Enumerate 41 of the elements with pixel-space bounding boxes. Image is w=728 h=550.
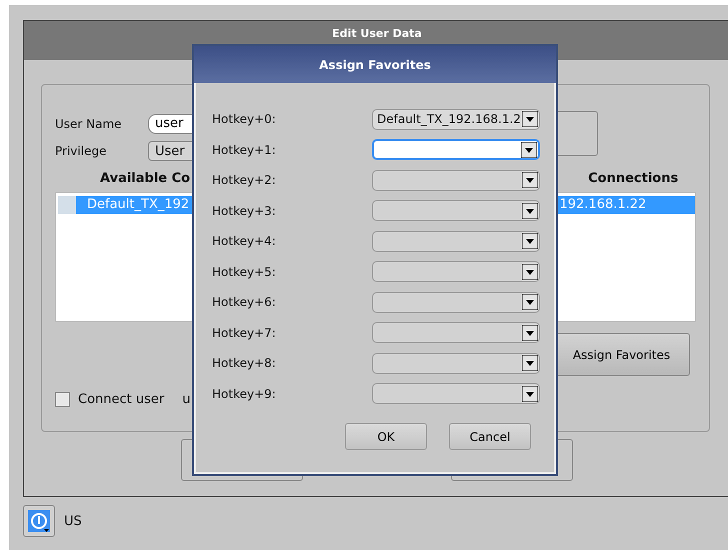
window-title: Edit User Data bbox=[332, 27, 422, 40]
dropdown-arrow-icon bbox=[522, 355, 538, 372]
list-heading: Available Co bbox=[100, 171, 190, 186]
dropdown-arrow-icon bbox=[522, 172, 538, 188]
hotkey-dropdown[interactable] bbox=[372, 261, 540, 282]
hotkey-label: Hotkey+2: bbox=[212, 173, 277, 188]
keyboard-layout-label: US bbox=[64, 514, 82, 528]
dialog-title: Assign Favorites bbox=[319, 58, 431, 72]
hotkey-label: Hotkey+3: bbox=[212, 204, 277, 218]
hotkey-dropdown[interactable] bbox=[372, 383, 540, 404]
label: u bbox=[182, 392, 190, 407]
checkbox-label: Connect user bbox=[78, 392, 164, 407]
dialog-button[interactable]: OK bbox=[345, 423, 427, 450]
hotkey-dropdown[interactable] bbox=[372, 200, 540, 222]
power-icon bbox=[28, 510, 50, 532]
field-label: User Name bbox=[55, 116, 123, 130]
list-heading: Connections bbox=[588, 171, 678, 186]
checkbox[interactable] bbox=[55, 392, 70, 407]
dropdown-arrow-icon bbox=[522, 111, 538, 128]
hotkey-dropdown[interactable] bbox=[372, 352, 540, 374]
hotkey-dropdown[interactable] bbox=[372, 322, 540, 344]
dropdown-arrow-icon bbox=[522, 264, 538, 280]
dropdown-arrow-icon bbox=[522, 386, 538, 402]
hotkey-label: Hotkey+8: bbox=[212, 356, 277, 370]
power-button[interactable] bbox=[23, 505, 55, 537]
hotkey-dropdown[interactable] bbox=[372, 292, 540, 313]
hotkey-dropdown[interactable]: Default_TX_192.168.1.2 bbox=[372, 108, 540, 130]
dropdown-arrow-icon bbox=[522, 233, 538, 250]
hotkey-label: Hotkey+7: bbox=[212, 326, 277, 340]
hotkey-label: Hotkey+5: bbox=[212, 264, 277, 279]
dropdown-arrow-icon bbox=[521, 142, 537, 158]
hotkey-label: Hotkey+4: bbox=[212, 234, 277, 248]
dropdown-arrow-icon bbox=[522, 324, 538, 341]
dropdown-arrow-icon bbox=[522, 294, 538, 310]
hotkey-dropdown[interactable] bbox=[372, 230, 540, 252]
dropdown-arrow-icon bbox=[522, 202, 538, 219]
hotkey-dropdown[interactable] bbox=[372, 170, 540, 191]
hotkey-label: Hotkey+6: bbox=[212, 295, 277, 310]
hotkey-label: Hotkey+9: bbox=[212, 386, 277, 401]
dialog-button[interactable]: Cancel bbox=[449, 423, 531, 450]
field-label: Privilege bbox=[55, 144, 108, 158]
